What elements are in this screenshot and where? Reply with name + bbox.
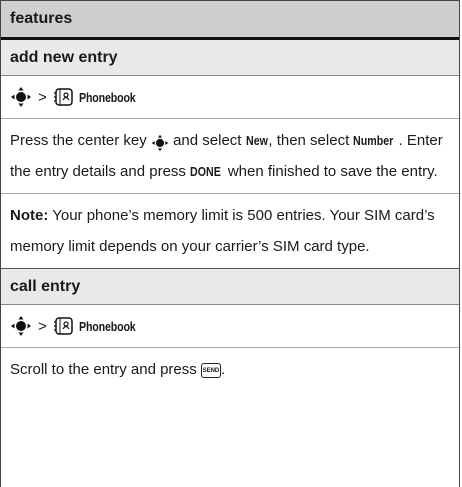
header-title: features bbox=[10, 10, 73, 27]
phonebook-icon bbox=[53, 87, 75, 107]
path-label: Phonebook bbox=[78, 318, 136, 334]
menu-path: > Phonebook bbox=[1, 76, 459, 119]
section-add-new-entry: add new entry > Phonebook Press the cent… bbox=[1, 40, 459, 269]
note-paragraph: Note: Your phone’s memory limit is 500 e… bbox=[10, 207, 435, 255]
table-header: features bbox=[1, 0, 459, 40]
instruction-paragraph: Press the center key and select New, the… bbox=[1, 119, 459, 194]
path-label: Phonebook bbox=[78, 89, 136, 105]
nav-key-icon bbox=[10, 86, 32, 108]
keyword-number: Number bbox=[353, 133, 394, 148]
nav-key-icon bbox=[151, 132, 169, 152]
instruction-paragraph: Scroll to the entry and press SEND. bbox=[10, 361, 226, 378]
phonebook-icon bbox=[53, 316, 75, 336]
section-call-entry: call entry > Phonebook Scroll to the ent… bbox=[1, 269, 459, 395]
menu-path: > Phonebook bbox=[1, 305, 459, 348]
keyword-done: DONE bbox=[190, 164, 221, 179]
features-table: features add new entry > Phonebook Press… bbox=[0, 0, 460, 487]
note-label: Note: bbox=[10, 207, 49, 224]
nav-key-icon bbox=[10, 315, 32, 337]
keyword-new: New bbox=[245, 133, 268, 148]
section-title: add new entry bbox=[1, 40, 459, 76]
send-key-icon: SEND bbox=[200, 362, 221, 378]
section-title: call entry bbox=[1, 269, 459, 305]
